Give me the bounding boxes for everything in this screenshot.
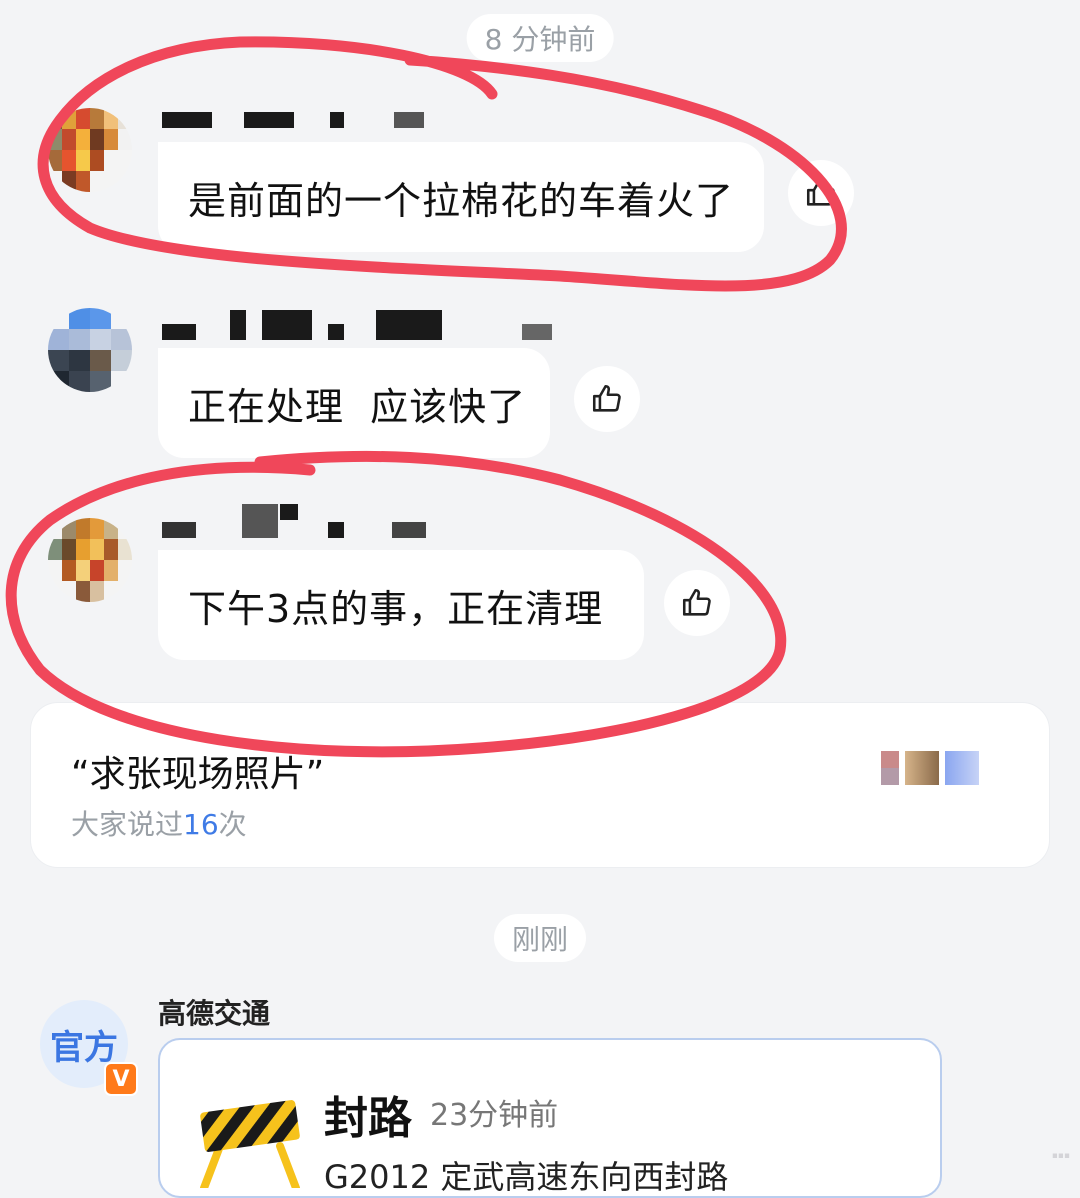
verified-badge: V (104, 1062, 138, 1096)
message-bubble[interactable]: 下午3点的事，正在清理 (158, 550, 644, 660)
avatar (945, 751, 979, 785)
timestamp-text: 刚刚 (511, 923, 569, 956)
quote-count-number: 16 (183, 808, 219, 841)
notice-body: G2012 定武高速东向西封路 (324, 1158, 729, 1196)
username-redacted (162, 310, 562, 340)
timestamp-text: 8 分钟前 (484, 23, 596, 56)
like-button[interactable] (664, 570, 730, 636)
username-redacted (162, 112, 432, 132)
quote-count: 大家说过16次 (71, 803, 247, 843)
quote-count-prefix: 大家说过 (71, 808, 184, 841)
thumbs-up-icon (806, 178, 835, 206)
notice-title: 封路 (324, 1093, 412, 1144)
message-text: 正在处理 应该快了 (188, 384, 527, 429)
message-text: 是前面的一个拉棉花的车着火了 (188, 178, 735, 223)
quote-count-suffix: 次 (218, 808, 247, 841)
message-bubble[interactable]: 正在处理 应该快了 (158, 348, 550, 458)
quote-card[interactable]: “求张现场照片” 大家说过16次 (30, 702, 1050, 868)
timestamp-pill: 刚刚 (493, 914, 587, 962)
like-button[interactable] (574, 366, 640, 432)
avatar (905, 751, 939, 785)
message-bubble[interactable]: 是前面的一个拉棉花的车着火了 (158, 142, 764, 252)
sender-name: 高德交通 (158, 997, 271, 1030)
road-closure-card[interactable]: 封路 23分钟前 G2012 定武高速东向西封路 (158, 1038, 942, 1198)
message-text: 下午3点的事，正在清理 (188, 586, 604, 631)
like-button[interactable] (788, 160, 854, 226)
timestamp-pill: 8 分钟前 (466, 14, 614, 62)
official-avatar-label: 官方 (50, 1027, 118, 1068)
avatar[interactable] (48, 308, 132, 392)
verified-badge-text: V (112, 1066, 130, 1092)
thumbs-up-icon (592, 384, 621, 412)
avatar[interactable] (48, 518, 132, 602)
thumbs-up-icon (682, 588, 711, 616)
notice-time: 23分钟前 (430, 1098, 559, 1133)
avatar (881, 751, 899, 785)
participant-avatars (881, 751, 979, 785)
quote-text: “求张现场照片” (71, 754, 325, 795)
roadblock-icon (200, 1100, 300, 1188)
username-redacted (162, 504, 432, 538)
avatar[interactable] (48, 108, 132, 192)
watermark: ⬝⬝⬝ (1051, 1143, 1070, 1168)
